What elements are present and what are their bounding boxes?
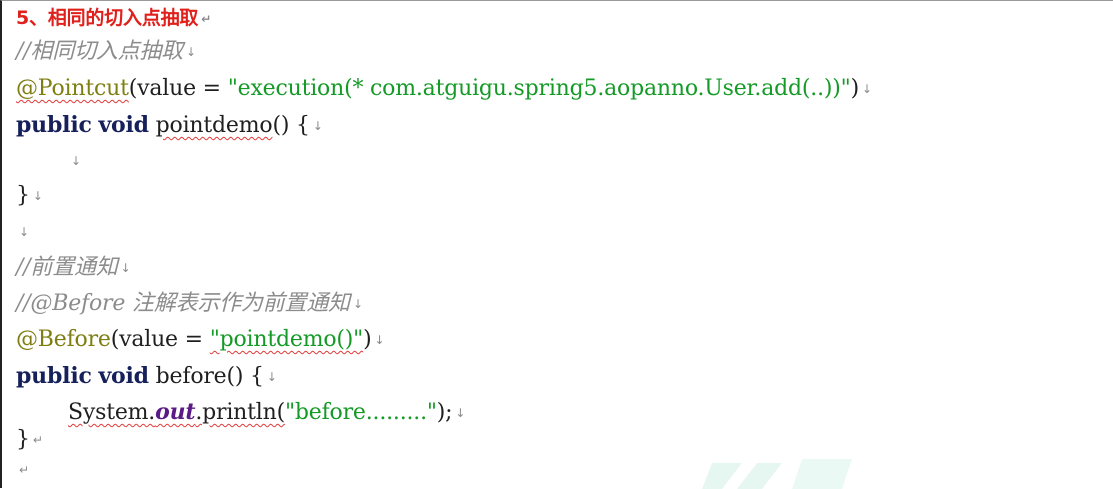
- line-break-mark: ↓: [71, 154, 81, 168]
- section-heading: 5、相同的切入点抽取 ↵: [16, 3, 211, 33]
- code-token: (value =: [110, 327, 210, 352]
- code-line-pointcut: @Pointcut(value = "execution(* com.atgui…: [16, 74, 872, 104]
- keyword-void: void: [98, 112, 149, 138]
- code-token: );: [436, 400, 453, 425]
- code-line-before-annotation: @Before(value = "pointdemo()") ↓: [16, 325, 385, 355]
- paragraph-mark: ↵: [32, 433, 43, 447]
- code-comment-before-annotation: //@Before 注解表示作为前置通知 ↓: [16, 289, 363, 319]
- system-class: System.: [68, 400, 156, 425]
- comment-text: //相同切入点抽取: [16, 39, 184, 64]
- comment-text: //@Before 注解表示作为前置通知: [16, 291, 350, 316]
- code-token: () {: [226, 364, 265, 389]
- code-comment-before: //前置通知 ↓: [16, 253, 131, 283]
- watermark-icon: [702, 459, 852, 489]
- line-break-mark: ↓: [32, 189, 43, 203]
- line-break-mark: ↓: [374, 333, 385, 347]
- code-line-empty: ↓: [68, 146, 81, 176]
- method-name-pointdemo: pointdemo: [155, 113, 273, 138]
- line-break-mark: ↓: [861, 82, 872, 96]
- code-token: ): [850, 76, 860, 101]
- before-annotation: @Before: [16, 327, 111, 352]
- pointcut-annotation: @Pointcut: [16, 76, 129, 101]
- line-break-mark: ↓: [352, 297, 363, 311]
- paragraph-mark: ↵: [19, 463, 29, 477]
- code-token: () {: [272, 113, 310, 138]
- before-expression: "pointdemo()": [209, 327, 364, 352]
- out-field: out: [155, 399, 196, 425]
- line-break-mark: ↓: [19, 225, 29, 239]
- comment-text: //前置通知: [16, 255, 118, 280]
- code-token: ): [363, 327, 372, 352]
- line-break-mark: ↓: [312, 119, 323, 133]
- code-line-blank: ↓: [16, 217, 29, 247]
- line-break-mark: ↓: [455, 406, 466, 420]
- println-method: .println(: [195, 400, 285, 425]
- keyword-public: public: [16, 363, 92, 389]
- code-token: }: [16, 427, 30, 452]
- code-line-println: System.out.println("before........."); ↓: [68, 397, 465, 427]
- code-line-close: } ↓: [16, 181, 43, 211]
- pointcut-expression: "execution(* com.atguigu.spring5.aopanno…: [227, 76, 851, 101]
- line-break-mark: ↓: [266, 370, 277, 384]
- heading-text: 5、相同的切入点抽取: [16, 7, 199, 29]
- line-break-mark: ↓: [120, 261, 131, 275]
- code-line-pointdemo: public void pointdemo() {↓: [16, 110, 323, 140]
- code-token: (value =: [128, 76, 228, 101]
- code-line-final-blank: ↵: [16, 455, 29, 485]
- code-line-before-method: public void before() {↓: [16, 361, 277, 391]
- code-comment-pointcut: //相同切入点抽取 ↓: [16, 37, 196, 67]
- code-line-close-before: } ↵: [16, 425, 43, 455]
- line-break-mark: ↓: [186, 45, 196, 59]
- paragraph-mark: ↵: [201, 11, 212, 26]
- code-token: }: [16, 183, 30, 208]
- keyword-public: public: [16, 112, 92, 138]
- method-name-before: before: [155, 364, 227, 389]
- keyword-void: void: [98, 363, 149, 389]
- println-argument: "before.........": [284, 400, 437, 425]
- document-page: 5、相同的切入点抽取 ↵ //相同切入点抽取 ↓ @Pointcut(value =…: [0, 0, 1113, 489]
